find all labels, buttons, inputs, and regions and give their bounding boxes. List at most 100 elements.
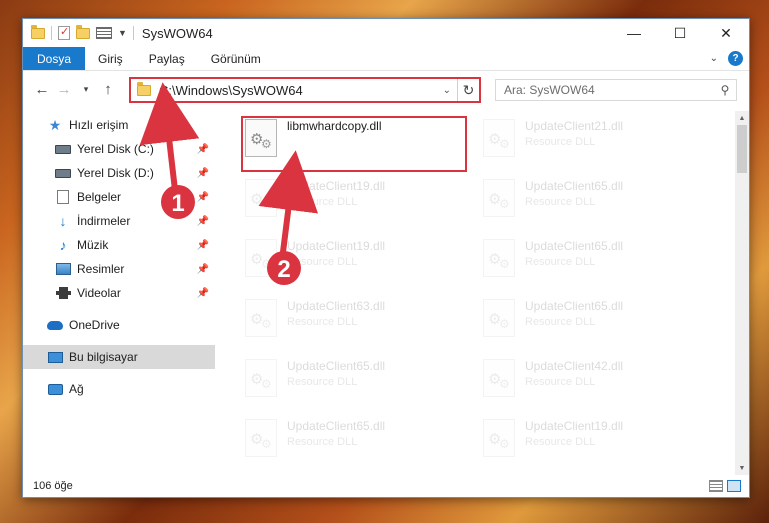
recent-locations-icon[interactable]: ▾ xyxy=(75,84,97,95)
details-view-icon[interactable] xyxy=(709,480,723,492)
tab-view[interactable]: Görünüm xyxy=(198,47,274,70)
pin-icon[interactable]: 📌 xyxy=(197,240,209,251)
pin-icon[interactable]: 📌 xyxy=(197,216,209,227)
pin-icon[interactable]: 📌 xyxy=(197,144,209,155)
nav-item-local-disk-c[interactable]: Yerel Disk (C:) 📌 xyxy=(23,137,215,161)
file-item[interactable]: UpdateClient65.dll Resource DLL xyxy=(483,297,707,345)
nav-quick-access[interactable]: ★ Hızlı erişim xyxy=(23,113,215,137)
file-item[interactable]: UpdateClient65.dll Resource DLL xyxy=(483,237,707,285)
address-dropdown-icon[interactable]: ⌄ xyxy=(437,85,457,96)
nav-label: Yerel Disk (D:) xyxy=(77,166,154,180)
file-item[interactable]: UpdateClient65.dll Resource DLL xyxy=(483,177,707,225)
highlight-box xyxy=(241,116,467,172)
view-toggles xyxy=(709,480,749,492)
nav-label: İndirmeler xyxy=(77,214,131,228)
scroll-thumb[interactable] xyxy=(737,125,747,173)
nav-item-onedrive[interactable]: OneDrive xyxy=(23,313,215,337)
properties-icon[interactable] xyxy=(58,25,70,40)
forward-arrow-icon[interactable]: → xyxy=(53,81,75,98)
new-folder-icon[interactable] xyxy=(76,24,90,39)
dll-file-icon xyxy=(245,359,277,397)
nav-item-network[interactable]: Ağ xyxy=(23,377,215,401)
dll-file-icon xyxy=(483,299,515,337)
tab-share[interactable]: Paylaş xyxy=(136,47,198,70)
dll-file-icon xyxy=(483,179,515,217)
tab-home[interactable]: Giriş xyxy=(85,47,136,70)
file-name: UpdateClient19.dll xyxy=(287,239,386,253)
navigation-pane: ★ Hızlı erişim Yerel Disk (C:) 📌 Yerel D… xyxy=(23,111,215,471)
dll-file-icon xyxy=(483,359,515,397)
tab-file[interactable]: Dosya xyxy=(23,47,86,70)
file-item[interactable]: UpdateClient42.dll Resource DLL xyxy=(483,357,707,405)
help-icon[interactable]: ? xyxy=(728,51,743,66)
ribbon-right: ⌄ ? xyxy=(710,47,749,70)
pin-icon[interactable]: 📌 xyxy=(197,264,209,275)
file-item[interactable]: UpdateClient19.dll Resource DLL xyxy=(483,417,707,465)
nav-item-this-pc[interactable]: Bu bilgisayar xyxy=(23,345,215,369)
window-controls: — ☐ ✕ xyxy=(611,19,749,47)
nav-item-music[interactable]: ♪ Müzik 📌 xyxy=(23,233,215,257)
explorer-window: ▼ SysWOW64 — ☐ ✕ Dosya Giriş Paylaş Görü… xyxy=(22,18,750,498)
nav-label: Belgeler xyxy=(77,190,122,204)
view-menu-icon[interactable] xyxy=(96,27,112,39)
address-path[interactable]: C:\Windows\SysWOW64 xyxy=(159,83,303,98)
nav-label: Müzik xyxy=(77,238,109,252)
nav-label: Hızlı erişim xyxy=(69,118,129,132)
dll-file-icon xyxy=(245,299,277,337)
address-row: ← → ▾ ↑ C:\Windows\SysWOW64 ⌄ ↻ Ara: Sys… xyxy=(23,71,749,107)
videos-icon xyxy=(55,286,71,300)
file-type: Resource DLL xyxy=(525,316,596,328)
nav-label: Videolar xyxy=(77,286,121,300)
pin-icon[interactable]: 📌 xyxy=(197,192,209,203)
address-bar[interactable]: C:\Windows\SysWOW64 ⌄ ↻ xyxy=(129,77,481,103)
pin-icon[interactable]: 📌 xyxy=(197,288,209,299)
nav-item-pictures[interactable]: Resimler 📌 xyxy=(23,257,215,281)
file-type: Resource DLL xyxy=(287,376,358,388)
expand-ribbon-icon[interactable]: ⌄ xyxy=(710,53,718,64)
scroll-up-icon[interactable]: ▲ xyxy=(735,111,749,125)
file-name: UpdateClient42.dll xyxy=(525,359,624,373)
tiles-view-icon[interactable] xyxy=(727,480,741,492)
file-name: UpdateClient19.dll xyxy=(525,419,624,433)
customize-toolbar-arrow-icon[interactable]: ▼ xyxy=(118,28,127,38)
file-type: Resource DLL xyxy=(287,196,358,208)
file-item[interactable]: UpdateClient63.dll Resource DLL xyxy=(245,297,469,345)
pin-icon[interactable]: 📌 xyxy=(197,168,209,179)
music-icon: ♪ xyxy=(59,237,67,253)
folder-icon xyxy=(137,81,151,96)
maximize-button[interactable]: ☐ xyxy=(657,19,703,47)
documents-icon xyxy=(55,190,71,204)
divider xyxy=(132,26,134,40)
nav-item-documents[interactable]: Belgeler 📌 xyxy=(23,185,215,209)
file-item[interactable]: UpdateClient21.dll Resource DLL xyxy=(483,117,707,165)
close-button[interactable]: ✕ xyxy=(703,19,749,47)
back-arrow-icon[interactable]: ← xyxy=(31,81,53,98)
dll-file-icon xyxy=(245,179,277,217)
search-input[interactable]: Ara: SysWOW64 ⚲ xyxy=(495,79,737,101)
scroll-down-icon[interactable]: ▼ xyxy=(735,461,749,475)
ribbon-tabs: Dosya Giriş Paylaş Görünüm ⌄ ? xyxy=(23,47,749,71)
quick-access-toolbar: ▼ xyxy=(23,24,134,40)
file-type: Resource DLL xyxy=(525,196,596,208)
file-name: UpdateClient65.dll xyxy=(287,419,386,433)
nav-item-videos[interactable]: Videolar 📌 xyxy=(23,281,215,305)
minimize-button[interactable]: — xyxy=(611,19,657,47)
file-type: Resource DLL xyxy=(525,136,596,148)
network-icon xyxy=(47,382,63,396)
file-item[interactable]: UpdateClient65.dll Resource DLL xyxy=(245,357,469,405)
nav-label: OneDrive xyxy=(69,318,120,332)
computer-icon xyxy=(47,350,63,364)
nav-label: Ağ xyxy=(69,382,84,396)
file-type: Resource DLL xyxy=(525,436,596,448)
search-icon[interactable]: ⚲ xyxy=(714,83,736,97)
drive-icon xyxy=(55,142,71,156)
file-item[interactable]: UpdateClient19.dll Resource DLL xyxy=(245,177,469,225)
file-item[interactable]: UpdateClient65.dll Resource DLL xyxy=(245,417,469,465)
refresh-icon[interactable]: ↻ xyxy=(457,79,479,101)
window-title: SysWOW64 xyxy=(141,25,213,41)
nav-item-local-disk-d[interactable]: Yerel Disk (D:) 📌 xyxy=(23,161,215,185)
file-item[interactable]: UpdateClient19.dll Resource DLL xyxy=(245,237,469,285)
up-arrow-icon[interactable]: ↑ xyxy=(97,81,119,98)
vertical-scrollbar[interactable]: ▲ ▼ xyxy=(735,111,749,475)
nav-item-downloads[interactable]: ↓ İndirmeler 📌 xyxy=(23,209,215,233)
